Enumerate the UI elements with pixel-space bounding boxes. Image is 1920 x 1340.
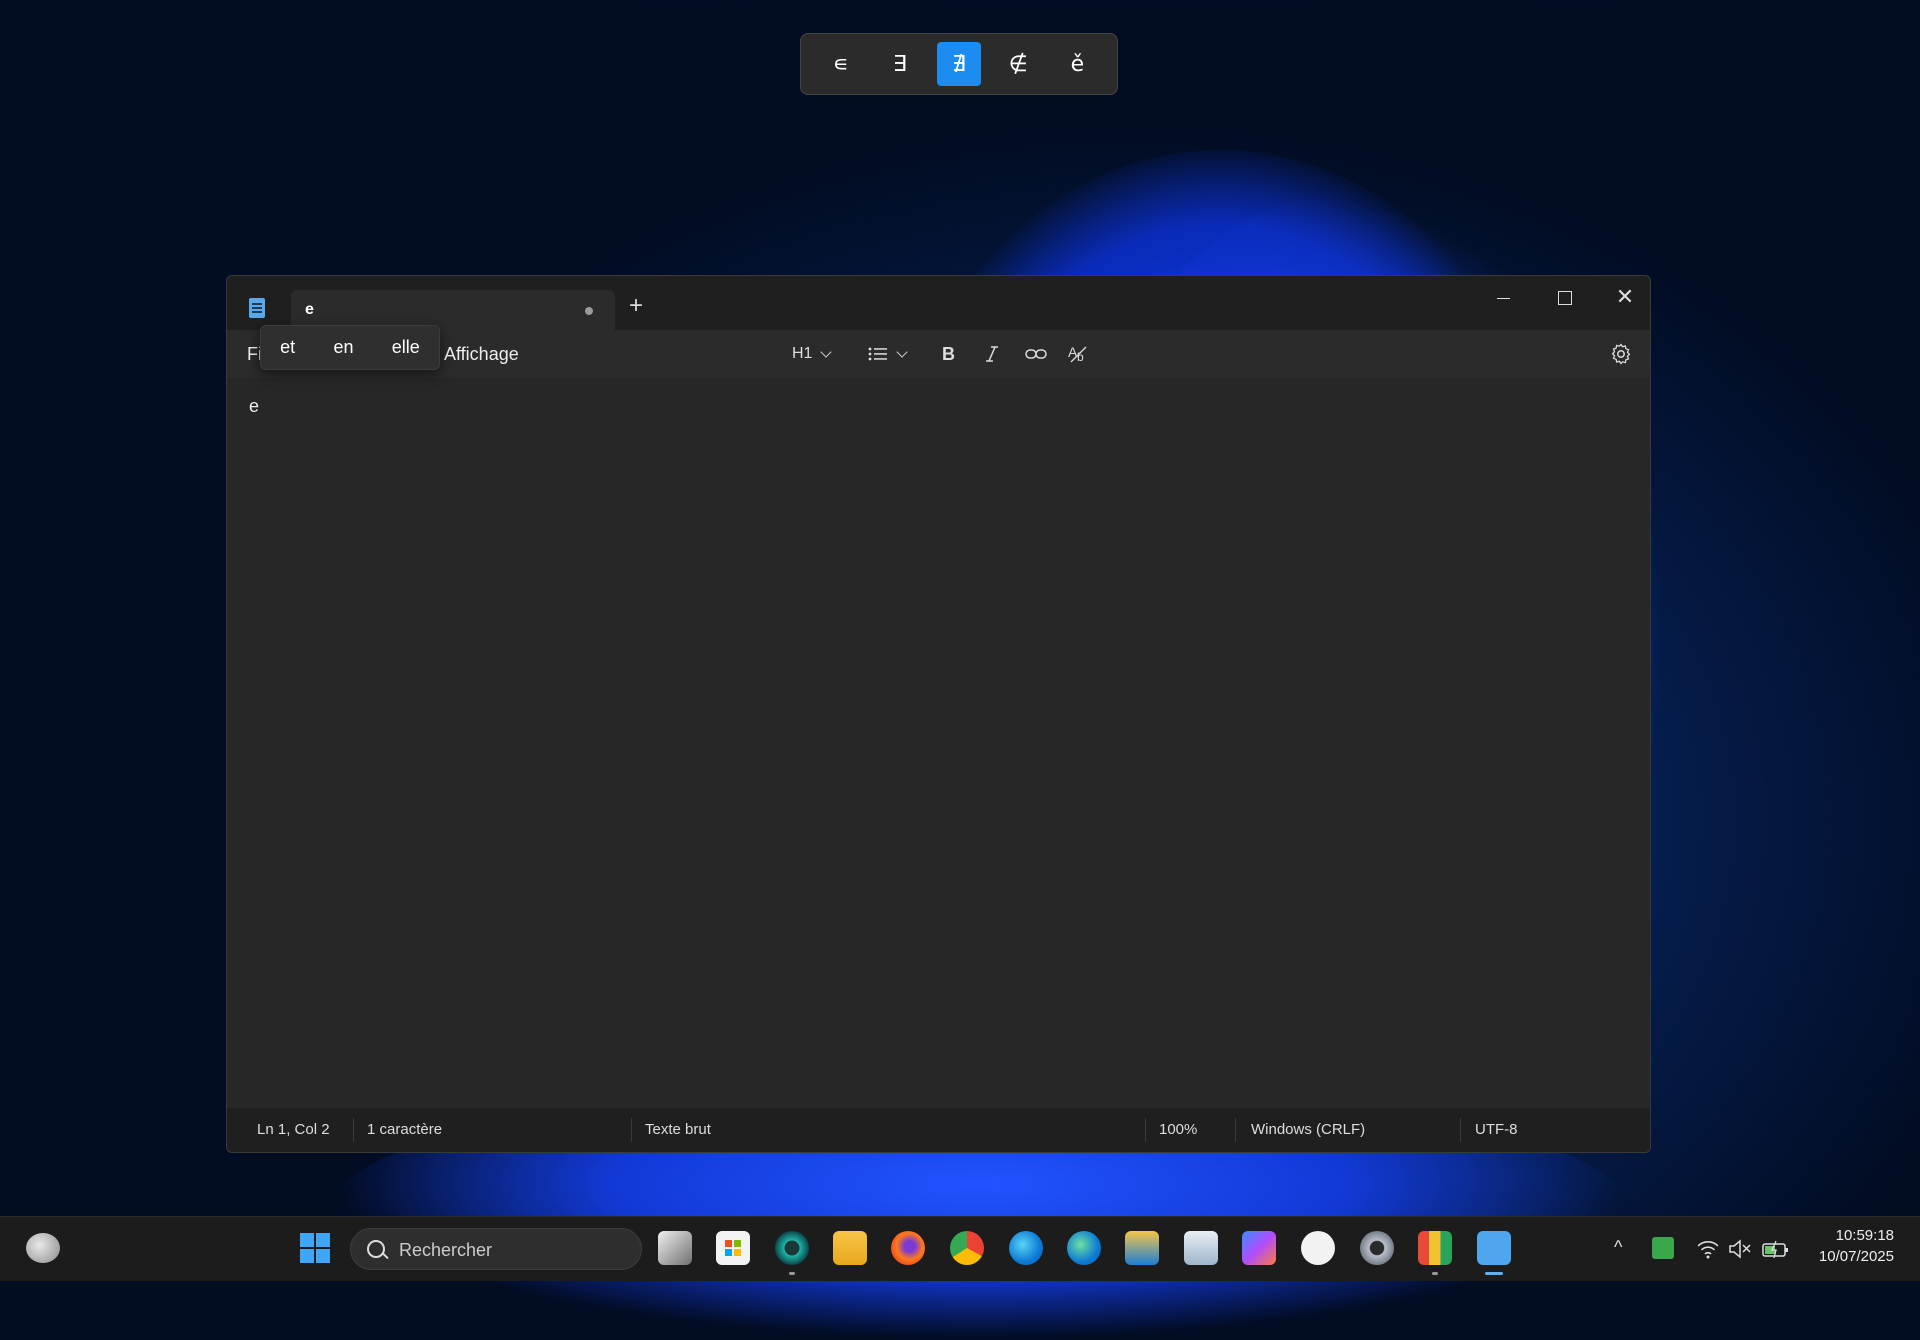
minimize-icon bbox=[1496, 297, 1510, 299]
windows-logo-icon bbox=[300, 1233, 330, 1263]
suggestion-item[interactable]: elle bbox=[392, 337, 420, 358]
minimize-button[interactable] bbox=[1483, 282, 1523, 312]
link-icon bbox=[1025, 349, 1047, 359]
symbol-item[interactable]: ∊ bbox=[819, 42, 863, 86]
document-tab[interactable]: e bbox=[291, 290, 615, 330]
list-icon bbox=[868, 347, 887, 361]
heading-dropdown[interactable]: H1 bbox=[792, 340, 833, 368]
svg-text:B: B bbox=[942, 345, 955, 363]
clock-date: 10/07/2025 bbox=[1818, 1248, 1894, 1265]
text-editor[interactable]: e bbox=[227, 378, 1650, 1108]
running-indicator bbox=[1432, 1272, 1438, 1275]
cursor-position: Ln 1, Col 2 bbox=[257, 1121, 330, 1138]
tab-title: e bbox=[305, 301, 314, 318]
clear-format-button[interactable]: Ab bbox=[1067, 340, 1089, 368]
bold-button[interactable]: B bbox=[941, 340, 957, 368]
folder-icon[interactable] bbox=[1125, 1231, 1159, 1265]
edge-icon[interactable] bbox=[1009, 1231, 1043, 1265]
battery-charging-icon[interactable] bbox=[1762, 1239, 1790, 1259]
active-app-indicator bbox=[1485, 1272, 1503, 1275]
line-endings[interactable]: Windows (CRLF) bbox=[1251, 1121, 1365, 1138]
editor-content[interactable]: e bbox=[249, 396, 259, 417]
link-button[interactable] bbox=[1025, 340, 1047, 368]
show-hidden-icons-chevron-up-icon[interactable]: ^ bbox=[1614, 1237, 1622, 1258]
symbol-picker: ∊ ∃ ∄ ∉ ě bbox=[800, 33, 1118, 95]
symbol-item[interactable]: ě bbox=[1055, 42, 1099, 86]
divider bbox=[1235, 1118, 1236, 1142]
search-placeholder: Rechercher bbox=[399, 1240, 493, 1260]
maximize-icon bbox=[1558, 291, 1572, 306]
symbol-item[interactable]: ∉ bbox=[996, 42, 1040, 86]
encoding[interactable]: UTF-8 bbox=[1475, 1121, 1518, 1138]
copilot-icon[interactable] bbox=[1242, 1231, 1276, 1265]
file-explorer-icon[interactable] bbox=[833, 1231, 867, 1265]
paint-icon[interactable] bbox=[1418, 1231, 1452, 1265]
copilot-circle-icon[interactable] bbox=[775, 1231, 809, 1265]
gear-icon[interactable] bbox=[1609, 342, 1633, 366]
divider bbox=[631, 1118, 632, 1142]
notepad-window: e + ✕ Fi Affichage H1 B Ab e Ln 1, Col 2… bbox=[226, 275, 1651, 1153]
notepad-app-icon bbox=[249, 298, 265, 318]
divider bbox=[353, 1118, 354, 1142]
keepass-icon[interactable] bbox=[1301, 1231, 1335, 1265]
notepad-taskbar-icon[interactable] bbox=[1477, 1231, 1511, 1265]
clock-time: 10:59:18 bbox=[1835, 1227, 1894, 1244]
list-dropdown[interactable] bbox=[868, 340, 908, 368]
suggestion-item[interactable]: en bbox=[333, 337, 353, 358]
taskbar: Rechercher ^ 10:59:18 10/07/2025 bbox=[0, 1216, 1920, 1281]
zoom-level[interactable]: 100% bbox=[1159, 1121, 1197, 1138]
italic-icon bbox=[986, 346, 998, 362]
status-bar: Ln 1, Col 2 1 caractère Texte brut 100% … bbox=[227, 1108, 1650, 1152]
character-count: 1 caractère bbox=[367, 1121, 443, 1138]
store-logo-icon bbox=[725, 1240, 741, 1256]
chrome-icon[interactable] bbox=[950, 1231, 984, 1265]
symbol-item[interactable]: ∃ bbox=[878, 42, 922, 86]
task-view-icon[interactable] bbox=[658, 1231, 692, 1265]
divider bbox=[1145, 1118, 1146, 1142]
chevron-down-icon bbox=[896, 345, 908, 358]
maximize-button[interactable] bbox=[1545, 282, 1585, 312]
wifi-icon[interactable] bbox=[1696, 1239, 1720, 1259]
suggestion-item[interactable]: et bbox=[280, 337, 295, 358]
start-button[interactable] bbox=[298, 1231, 332, 1265]
running-indicator bbox=[789, 1272, 795, 1275]
firefox-icon[interactable] bbox=[891, 1231, 925, 1265]
recycle-bin-icon[interactable] bbox=[1184, 1231, 1218, 1265]
italic-button[interactable] bbox=[984, 340, 1000, 368]
tray-app-icon[interactable] bbox=[1652, 1237, 1674, 1259]
clear-format-icon: Ab bbox=[1068, 344, 1087, 364]
store-icon[interactable] bbox=[716, 1231, 750, 1265]
volume-muted-icon[interactable] bbox=[1728, 1239, 1752, 1259]
system-clock[interactable]: 10:59:18 10/07/2025 bbox=[1810, 1225, 1894, 1267]
heading-label: H1 bbox=[792, 345, 813, 362]
taskbar-search[interactable]: Rechercher bbox=[350, 1228, 642, 1270]
unsaved-dot-icon[interactable] bbox=[585, 307, 593, 315]
settings-app-icon[interactable] bbox=[1360, 1231, 1394, 1265]
weather-widget-icon[interactable] bbox=[26, 1233, 60, 1263]
suggestion-popup: et en elle bbox=[260, 325, 440, 370]
search-icon bbox=[367, 1240, 385, 1258]
close-button[interactable]: ✕ bbox=[1605, 282, 1645, 312]
bold-icon: B bbox=[942, 345, 955, 363]
new-tab-button[interactable]: + bbox=[629, 294, 643, 318]
chevron-down-icon bbox=[820, 345, 833, 358]
menu-bar: Fi Affichage H1 B Ab bbox=[227, 330, 1650, 378]
symbol-item-selected[interactable]: ∄ bbox=[936, 42, 981, 86]
edge-canary-icon[interactable] bbox=[1067, 1231, 1101, 1265]
format-mode[interactable]: Texte brut bbox=[645, 1121, 711, 1138]
divider bbox=[1460, 1118, 1461, 1142]
menu-view[interactable]: Affichage bbox=[444, 344, 519, 365]
title-bar: e + ✕ bbox=[227, 276, 1650, 330]
